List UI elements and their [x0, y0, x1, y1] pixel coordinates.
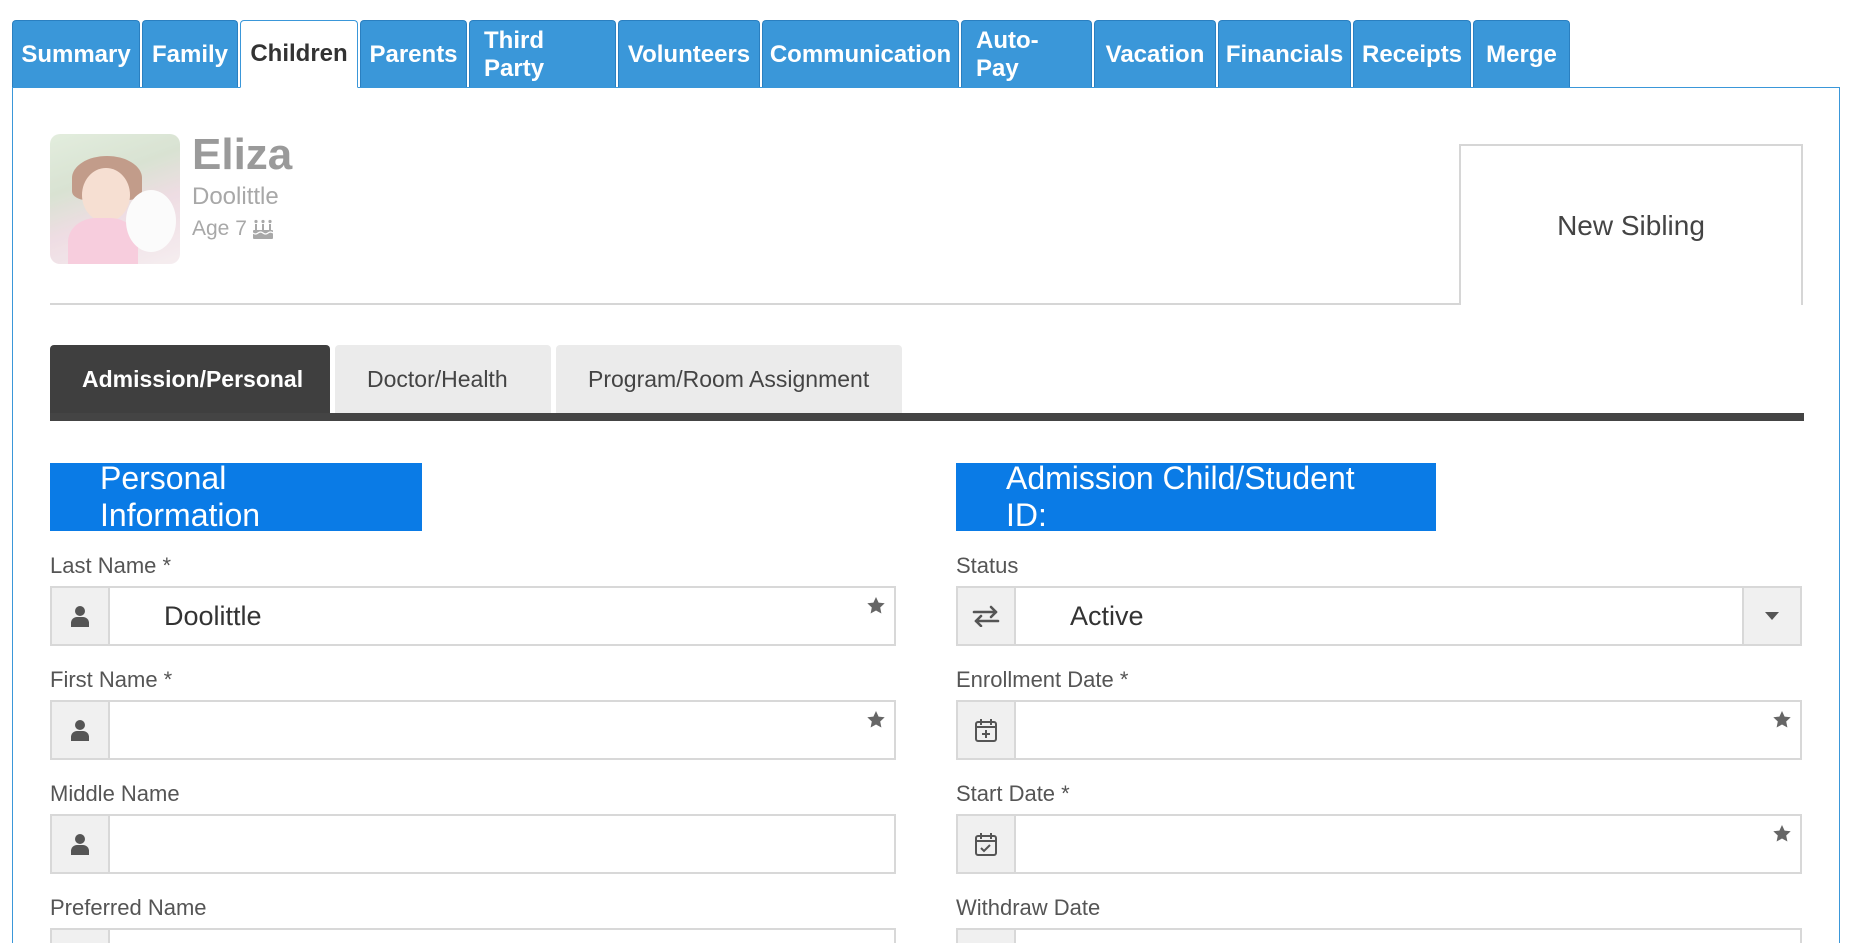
child-last-name: Doolittle	[192, 183, 279, 210]
calendar-check-icon[interactable]	[958, 816, 1016, 872]
user-icon	[52, 930, 110, 943]
tab-admission-personal[interactable]: Admission/Personal	[50, 345, 330, 414]
birthday-cake-icon	[251, 218, 275, 240]
status-label: Status	[956, 553, 1019, 578]
sub-tab-underline	[50, 413, 1804, 421]
first-name-field[interactable]	[50, 700, 896, 760]
tab-merge[interactable]: Merge	[1473, 20, 1570, 88]
tab-third-party[interactable]: Third Party	[469, 20, 616, 88]
calendar-plus-icon[interactable]	[958, 702, 1016, 758]
star-icon	[866, 596, 886, 616]
new-sibling-button[interactable]: New Sibling	[1459, 144, 1803, 305]
swap-arrows-icon	[958, 588, 1016, 644]
tab-communication[interactable]: Communication	[762, 20, 959, 88]
status-select[interactable]: Active	[956, 586, 1802, 646]
tab-auto-pay[interactable]: Auto-Pay	[961, 20, 1092, 88]
child-avatar	[50, 134, 180, 264]
middle-name-value[interactable]	[110, 816, 894, 872]
enrollment-date-value[interactable]	[1016, 702, 1800, 758]
admission-heading: Admission Child/Student ID:	[956, 460, 1436, 533]
header-divider	[50, 303, 1460, 305]
last-name-label: Last Name *	[50, 553, 172, 578]
tab-family[interactable]: Family	[142, 20, 238, 88]
tab-parents[interactable]: Parents	[360, 20, 467, 88]
withdraw-date-field[interactable]	[956, 928, 1802, 943]
caret-down-icon[interactable]	[1742, 588, 1800, 644]
tab-doctor-health[interactable]: Doctor/Health	[335, 345, 551, 414]
child-age: Age 7	[192, 217, 275, 241]
new-sibling-label: New Sibling	[1557, 209, 1705, 241]
main-tab-bar: Summary Family Children Parents Third Pa…	[12, 20, 1572, 88]
tab-vacation[interactable]: Vacation	[1094, 20, 1216, 88]
preferred-name-label: Preferred Name	[50, 895, 207, 920]
enrollment-date-label: Enrollment Date *	[956, 667, 1129, 692]
last-name-value[interactable]: Doolittle	[110, 588, 894, 644]
withdraw-date-label: Withdraw Date	[956, 895, 1101, 920]
tab-volunteers[interactable]: Volunteers	[618, 20, 760, 88]
tab-program-room-assignment[interactable]: Program/Room Assignment	[556, 345, 902, 414]
tab-financials[interactable]: Financials	[1218, 20, 1351, 88]
first-name-value[interactable]	[110, 702, 894, 758]
preferred-name-field[interactable]	[50, 928, 896, 943]
calendar-icon	[958, 930, 1016, 943]
tab-summary[interactable]: Summary	[12, 20, 140, 88]
child-sub-tabs: Admission/Personal Doctor/Health Program…	[50, 345, 907, 414]
user-icon	[52, 702, 110, 758]
start-date-field[interactable]	[956, 814, 1802, 874]
star-icon	[866, 710, 886, 730]
middle-name-label: Middle Name	[50, 781, 180, 806]
child-first-name: Eliza	[192, 130, 293, 179]
child-age-text: Age 7	[192, 217, 247, 240]
status-value: Active	[1070, 600, 1144, 631]
personal-info-heading: Personal Information	[50, 460, 422, 533]
enrollment-date-field[interactable]	[956, 700, 1802, 760]
star-icon	[1772, 710, 1792, 730]
first-name-label: First Name *	[50, 667, 173, 692]
last-name-field[interactable]: Doolittle	[50, 586, 896, 646]
user-icon	[52, 816, 110, 872]
user-icon	[52, 588, 110, 644]
middle-name-field[interactable]	[50, 814, 896, 874]
tab-children[interactable]: Children	[240, 20, 358, 88]
tab-receipts[interactable]: Receipts	[1353, 20, 1471, 88]
start-date-value[interactable]	[1016, 816, 1800, 872]
star-icon	[1772, 824, 1792, 844]
start-date-label: Start Date *	[956, 781, 1070, 806]
